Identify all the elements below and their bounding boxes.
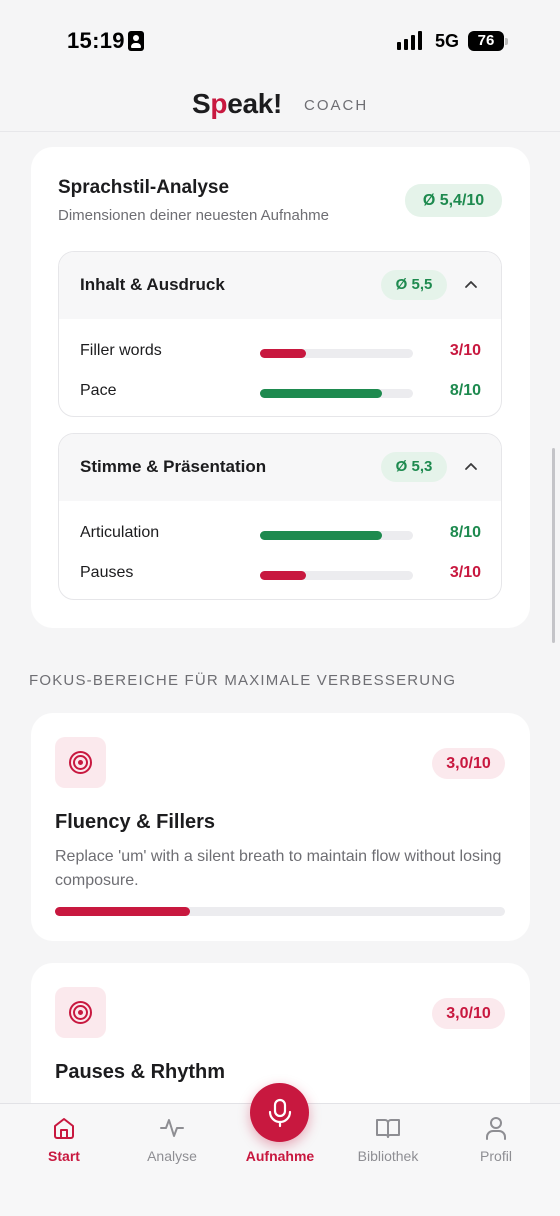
- group-average-badge: Ø 5,5: [381, 270, 447, 300]
- metric-score: 3/10: [449, 342, 481, 359]
- activity-icon: [160, 1119, 184, 1137]
- metric-bar-fill: [260, 349, 306, 358]
- metric-label: Articulation: [80, 524, 160, 541]
- battery-icon: 76: [468, 31, 508, 51]
- book-icon: [376, 1119, 400, 1138]
- style-analysis-card: Sprachstil-Analyse Dimensionen deiner ne…: [31, 147, 530, 628]
- chevron-up-icon[interactable]: [463, 276, 479, 292]
- metric-bar-fill: [260, 531, 383, 540]
- metric-row: Filler words 3/10: [59, 337, 501, 367]
- focus-title: Fluency & Fillers: [55, 811, 216, 833]
- nav-label: Start: [48, 1148, 80, 1164]
- nav-item-start[interactable]: Start: [14, 1114, 114, 1174]
- metric-score: 8/10: [449, 524, 481, 541]
- group-average-badge: Ø 5,3: [381, 452, 447, 482]
- metric-label: Pauses: [80, 564, 134, 581]
- metric-bar: [260, 531, 413, 540]
- signal-icon: [397, 31, 427, 51]
- dimension-group: Inhalt & Ausdruck Ø 5,5 Filler words 3/1…: [58, 251, 502, 417]
- nav-item-profil[interactable]: Profil: [446, 1114, 546, 1174]
- target-icon: [55, 737, 106, 788]
- focus-section-heading: FOKUS-BEREICHE FÜR MAXIMALE VERBESSERUNG: [29, 672, 457, 689]
- dimension-group: Stimme & Präsentation Ø 5,3 Articulation…: [58, 433, 502, 600]
- app-logo: Speak!: [192, 88, 283, 119]
- nav-label: Aufnahme: [245, 1148, 315, 1164]
- nav-label: Profil: [480, 1148, 512, 1164]
- metric-bar-fill: [260, 571, 306, 580]
- mic-icon: [268, 1098, 292, 1128]
- metric-bar: [260, 571, 413, 580]
- record-button[interactable]: [250, 1083, 309, 1142]
- chevron-up-icon[interactable]: [463, 458, 479, 474]
- app-header: Speak! COACH: [0, 80, 560, 132]
- metric-row: Pauses 3/10: [59, 559, 501, 589]
- dimension-group-header[interactable]: Stimme & Präsentation Ø 5,3: [59, 434, 501, 501]
- status-bar: 15:19 5G 76: [0, 0, 560, 80]
- focus-title: Pauses & Rhythm: [55, 1061, 226, 1083]
- nav-label: Analyse: [147, 1148, 197, 1164]
- nav-item-analyse[interactable]: Analyse: [122, 1114, 222, 1174]
- metric-bar-fill: [260, 389, 383, 398]
- metric-score: 3/10: [449, 564, 481, 581]
- focus-card[interactable]: 3,0/10 Fluency & Fillers Replace 'um' wi…: [31, 713, 530, 941]
- metric-label: Pace: [80, 382, 117, 399]
- status-time: 15:19: [67, 28, 125, 53]
- focus-progress-bar: [55, 907, 505, 916]
- card-subtitle: Dimensionen deiner neuesten Aufnahme: [58, 207, 330, 224]
- dimension-group-title: Inhalt & Ausdruck: [80, 275, 225, 294]
- metric-score: 8/10: [449, 382, 481, 399]
- target-icon: [55, 987, 106, 1038]
- metric-row: Articulation 8/10: [59, 519, 501, 549]
- focus-progress-fill: [55, 907, 190, 916]
- focus-description: Replace 'um' with a silent breath to mai…: [55, 848, 502, 889]
- card-title: Sprachstil-Analyse: [58, 177, 230, 198]
- app-subtitle: COACH: [304, 97, 369, 114]
- home-icon: [54, 1118, 74, 1139]
- nav-label: Bibliothek: [357, 1148, 419, 1164]
- average-score-badge: Ø 5,4/10: [405, 184, 502, 217]
- dimension-group-title: Stimme & Präsentation: [80, 457, 267, 476]
- network-type: 5G: [435, 31, 460, 51]
- dimension-group-header[interactable]: Inhalt & Ausdruck Ø 5,5: [59, 252, 501, 319]
- metric-bar: [260, 389, 413, 398]
- focus-score-badge: 3,0/10: [432, 748, 505, 779]
- nav-item-bibliothek[interactable]: Bibliothek: [338, 1114, 438, 1174]
- person-icon: [486, 1117, 506, 1140]
- scrollbar[interactable]: [552, 448, 555, 643]
- metric-label: Filler words: [80, 342, 162, 359]
- contact-card-icon: [128, 31, 144, 51]
- metric-bar: [260, 349, 413, 358]
- focus-score-badge: 3,0/10: [432, 998, 505, 1029]
- metric-row: Pace 8/10: [59, 377, 501, 407]
